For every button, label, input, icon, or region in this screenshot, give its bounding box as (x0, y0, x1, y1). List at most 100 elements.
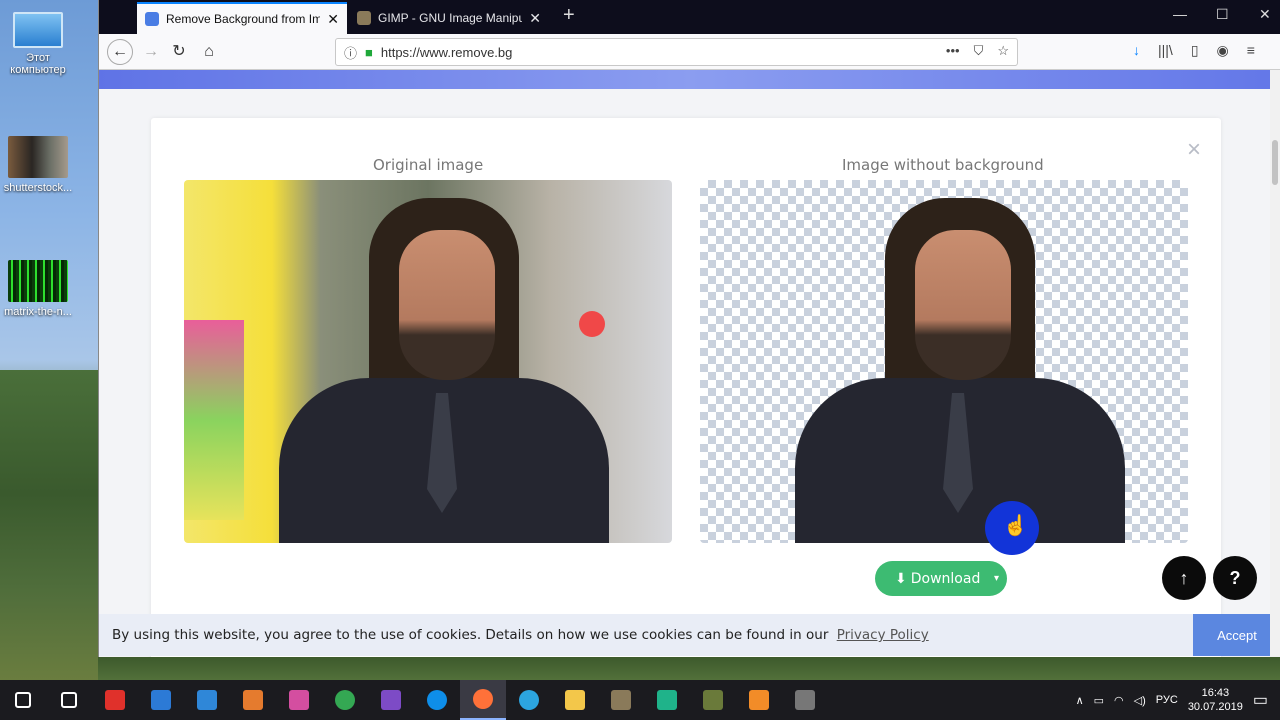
desktop-icon-label: shutterstock... (3, 182, 73, 194)
file-explorer-icon (565, 690, 585, 710)
library-icon[interactable]: |||\ (1158, 42, 1173, 59)
desktop-icon-label: matrix-the-n... (4, 306, 72, 318)
original-image (184, 180, 672, 543)
mouse-cursor-highlight: ☝ (985, 501, 1039, 555)
battery-icon[interactable]: ▭ (1094, 694, 1104, 707)
clock-date: 30.07.2019 (1187, 701, 1243, 713)
desktop-icon-label: Этот компьютер (10, 52, 66, 76)
taskbar-item-gimp[interactable] (598, 680, 644, 720)
url-text[interactable]: https://www.remove.bg (381, 45, 513, 60)
cookie-text: By using this website, you agree to the … (112, 627, 829, 643)
language-indicator[interactable]: РУС (1156, 694, 1178, 706)
taskbar-item-app-paint[interactable] (276, 680, 322, 720)
taskbar-item-app-orange[interactable] (736, 680, 782, 720)
close-window-button[interactable]: ✕ (1259, 6, 1271, 23)
clock[interactable]: 16:43 30.07.2019 (1188, 686, 1243, 714)
page-scrollbar[interactable] (1270, 70, 1280, 657)
app-red-icon (105, 690, 125, 710)
app-blue-square-icon (197, 690, 217, 710)
taskbar-item-teamviewer[interactable] (414, 680, 460, 720)
app-colorful-icon (243, 690, 263, 710)
download-icon: ⬇ (895, 570, 907, 587)
download-dropdown-chevron-icon[interactable]: ▾ (994, 573, 999, 584)
taskbar-item-app-colorful[interactable] (230, 680, 276, 720)
page-content: × Original image Image without backgroun… (99, 70, 1280, 657)
modal-close-icon[interactable]: × (1187, 136, 1201, 164)
taskbar-item-app-purple[interactable] (368, 680, 414, 720)
taskbar-item-firefox[interactable] (460, 680, 506, 720)
taskbar-item-app-blue-square[interactable] (184, 680, 230, 720)
desktop-icon-this-pc[interactable]: Этот компьютер (2, 12, 74, 76)
back-button[interactable]: ← (107, 39, 133, 65)
taskbar-item-task-view[interactable] (46, 680, 92, 720)
navigation-bar: ← → ↻ ⌂ ⓘ ■ https://www.remove.bg ••• ⛉ … (99, 34, 1280, 70)
download-button[interactable]: ⬇ Download ▾ (875, 561, 1007, 596)
image-without-background (700, 180, 1188, 543)
taskbar-item-app-blue-window[interactable] (138, 680, 184, 720)
firefox-icon (473, 689, 493, 709)
app-blue-window-icon (151, 690, 171, 710)
browser-window: Remove Background from Ima ✕ GIMP - GNU … (98, 0, 1280, 657)
home-button[interactable]: ⌂ (197, 40, 221, 64)
taskbar-item-file-explorer[interactable] (552, 680, 598, 720)
tab-gimp[interactable]: GIMP - GNU Image Manipulati ✕ (349, 2, 549, 34)
desktop-icon-shutterstock[interactable]: shutterstock... (2, 136, 74, 194)
maximize-button[interactable]: ☐ (1216, 6, 1229, 23)
task-view-icon (61, 692, 77, 708)
photo-thumbnail-icon (8, 136, 68, 178)
taskbar-item-app-game[interactable] (690, 680, 736, 720)
minimize-button[interactable]: — (1173, 6, 1187, 22)
taskbar-item-start[interactable] (0, 680, 46, 720)
forward-button[interactable]: → (139, 40, 163, 64)
download-label: Download (910, 570, 981, 587)
remove-bg-favicon-icon (145, 12, 159, 26)
taskbar-item-telegram[interactable] (506, 680, 552, 720)
notification-icon[interactable]: ▭ (1253, 690, 1268, 710)
clock-time: 16:43 (1201, 687, 1230, 699)
app-green-icon (657, 690, 677, 710)
desktop-icon-matrix[interactable]: matrix-the-n... (2, 260, 74, 318)
page-actions-icon[interactable]: ••• (946, 43, 960, 59)
matrix-thumbnail-icon (8, 260, 68, 302)
taskbar-item-app-green[interactable] (644, 680, 690, 720)
desktop-wallpaper (0, 370, 98, 680)
start-icon (15, 692, 31, 708)
accept-cookies-button[interactable]: Accept (1193, 614, 1280, 656)
sidebar-icon[interactable]: ▯ (1191, 42, 1199, 59)
taskbar: ∧ ▭ ◠ ◁) РУС 16:43 30.07.2019 ▭ (0, 680, 1280, 720)
taskbar-item-chrome[interactable] (322, 680, 368, 720)
privacy-policy-link[interactable]: Privacy Policy (837, 627, 929, 643)
tab-close-icon[interactable]: ✕ (529, 10, 541, 27)
taskbar-item-app-red[interactable] (92, 680, 138, 720)
info-icon[interactable]: ⓘ (344, 43, 357, 62)
computer-icon (13, 12, 63, 48)
url-bar[interactable]: ⓘ ■ https://www.remove.bg ••• ⛉ ☆ (335, 38, 1018, 66)
hand-cursor-icon: ☝ (1003, 515, 1028, 537)
scroll-to-top-button[interactable]: ↑ (1162, 556, 1206, 600)
chrome-icon (335, 690, 355, 710)
teamviewer-icon (427, 690, 447, 710)
tab-close-icon[interactable]: ✕ (327, 11, 339, 28)
desktop-wallpaper-bottom (98, 657, 1280, 680)
nobg-image-title: Image without background (842, 156, 1044, 174)
pocket-icon[interactable]: ⛉ (974, 43, 984, 59)
account-icon[interactable]: ◉ (1217, 42, 1229, 59)
gimp-icon (611, 690, 631, 710)
tab-remove-bg[interactable]: Remove Background from Ima ✕ (137, 2, 347, 34)
new-tab-button[interactable]: + (563, 4, 575, 27)
cookie-banner: By using this website, you agree to the … (99, 614, 1280, 656)
app-purple-icon (381, 690, 401, 710)
taskbar-item-app-active[interactable] (782, 680, 828, 720)
tray-chevron-icon[interactable]: ∧ (1076, 694, 1084, 707)
volume-icon[interactable]: ◁) (1134, 694, 1146, 707)
app-paint-icon (289, 690, 309, 710)
menu-icon[interactable]: ≡ (1247, 42, 1255, 59)
bookmark-star-icon[interactable]: ☆ (997, 43, 1009, 59)
reload-button[interactable]: ↻ (167, 40, 191, 64)
downloads-icon[interactable]: ↓ (1133, 42, 1140, 59)
help-button[interactable]: ? (1213, 556, 1257, 600)
tab-title: GIMP - GNU Image Manipulati (378, 11, 523, 25)
tab-title: Remove Background from Ima (166, 12, 321, 26)
network-icon[interactable]: ◠ (1114, 694, 1124, 707)
app-game-icon (703, 690, 723, 710)
